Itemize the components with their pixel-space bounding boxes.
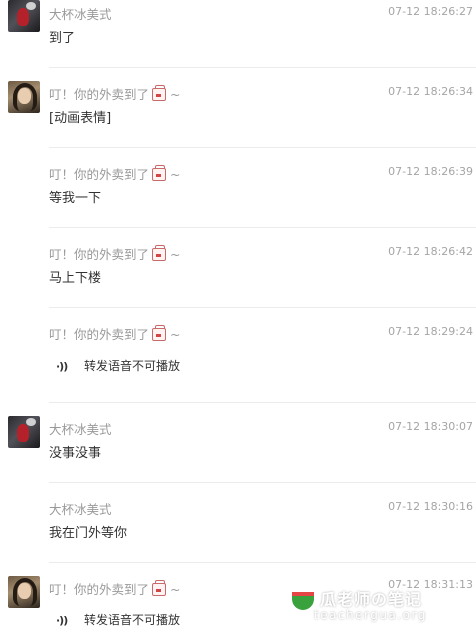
divider [49,67,476,68]
message-text[interactable]: 等我一下 [49,187,101,206]
sender-name-tail: ~ [170,247,181,262]
divider [49,562,476,563]
sender-name-text: 叮！你的外卖到了 [49,167,150,182]
timestamp: 07-12 18:26:42 [388,245,473,258]
avatar[interactable] [8,81,40,113]
takeout-cup-emoji-icon [152,245,167,261]
timestamp: 07-12 18:30:16 [388,500,473,513]
voice-message-text: 转发语音不可播放 [84,359,181,373]
message-text[interactable]: 到了 [49,27,75,46]
voice-wave-icon: ·)) [56,614,68,627]
timestamp: 07-12 18:26:27 [388,5,473,18]
sender-name: 叮！你的外卖到了 ~ [49,84,181,103]
takeout-cup-emoji-icon [152,165,167,181]
sender-name-tail: ~ [170,327,181,342]
voice-message[interactable]: ·)) 转发语音不可播放 [56,357,180,374]
divider [49,402,476,403]
takeout-cup-emoji-icon [152,85,167,101]
sender-name-text: 叮！你的外卖到了 [49,87,150,102]
sender-name-text: 叮！你的外卖到了 [49,327,150,342]
sender-name: 大杯冰美式 [49,7,112,22]
timestamp: 07-12 18:29:24 [388,325,473,338]
sender-name: 叮！你的外卖到了 ~ [49,324,181,343]
sender-name-text: 叮！你的外卖到了 [49,247,150,262]
message-text[interactable]: [动画表情] [49,107,111,126]
timestamp: 07-12 18:26:34 [388,85,473,98]
avatar[interactable] [8,0,40,32]
avatar[interactable] [8,416,40,448]
message-text[interactable]: 没事没事 [49,442,101,461]
sender-name: 叮！你的外卖到了 ~ [49,164,181,183]
avatar[interactable] [8,576,40,608]
timestamp: 07-12 18:30:07 [388,420,473,433]
watermelon-logo-icon [292,592,314,610]
voice-message-text: 转发语音不可播放 [84,613,181,627]
message-text[interactable]: 我在门外等你 [49,522,127,541]
sender-name-tail: ~ [170,87,181,102]
sender-name-tail: ~ [170,167,181,182]
voice-wave-icon: ·)) [56,360,68,373]
sender-name-tail: ~ [170,582,181,597]
divider [49,482,476,483]
divider [49,307,476,308]
sender-name: 叮！你的外卖到了 ~ [49,244,181,263]
sender-name: 大杯冰美式 [49,422,112,437]
message-text[interactable]: 马上下楼 [49,267,101,286]
timestamp: 07-12 18:26:39 [388,165,473,178]
takeout-cup-emoji-icon [152,325,167,341]
sender-name: 大杯冰美式 [49,502,112,517]
voice-message[interactable]: ·)) 转发语音不可播放 [56,611,180,628]
watermark-url: teachergua.org [314,608,427,622]
sender-name-text: 叮！你的外卖到了 [49,582,150,597]
takeout-cup-emoji-icon [152,580,167,596]
watermark-title: 瓜老师の笔记 [320,590,423,609]
sender-name: 叮！你的外卖到了 ~ [49,579,181,598]
divider [49,147,476,148]
divider [49,227,476,228]
watermark: 瓜老师の笔记 teachergua.org [292,586,462,628]
